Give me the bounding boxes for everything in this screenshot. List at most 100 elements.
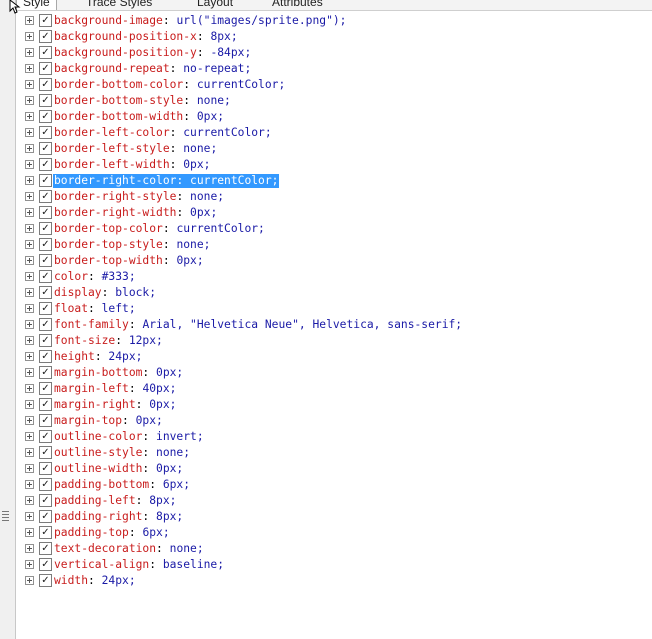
property-declaration[interactable]: background-image: url("images/sprite.png… [53, 14, 347, 28]
property-declaration[interactable]: border-left-style: none; [53, 142, 218, 156]
enable-property-checkbox[interactable]: ✓ [39, 270, 52, 283]
expand-plus-icon[interactable] [25, 208, 34, 217]
expand-plus-icon[interactable] [25, 560, 34, 569]
enable-property-checkbox[interactable]: ✓ [39, 110, 52, 123]
enable-property-checkbox[interactable]: ✓ [39, 462, 52, 475]
enable-property-checkbox[interactable]: ✓ [39, 158, 52, 171]
enable-property-checkbox[interactable]: ✓ [39, 526, 52, 539]
expand-plus-icon[interactable] [25, 512, 34, 521]
property-declaration[interactable]: border-right-width: 0px; [53, 206, 218, 220]
expand-plus-icon[interactable] [25, 48, 34, 57]
property-declaration[interactable]: display: block; [53, 286, 157, 300]
expand-plus-icon[interactable] [25, 112, 34, 121]
tab-trace-styles[interactable]: Trace Styles [80, 0, 158, 10]
expand-plus-icon[interactable] [25, 416, 34, 425]
expand-plus-icon[interactable] [25, 176, 34, 185]
expand-plus-icon[interactable] [25, 368, 34, 377]
enable-property-checkbox[interactable]: ✓ [39, 334, 52, 347]
enable-property-checkbox[interactable]: ✓ [39, 94, 52, 107]
enable-property-checkbox[interactable]: ✓ [39, 478, 52, 491]
expand-plus-icon[interactable] [25, 192, 34, 201]
enable-property-checkbox[interactable]: ✓ [39, 46, 52, 59]
enable-property-checkbox[interactable]: ✓ [39, 494, 52, 507]
expand-plus-icon[interactable] [25, 80, 34, 89]
property-declaration[interactable]: outline-width: 0px; [53, 462, 184, 476]
expand-plus-icon[interactable] [25, 384, 34, 393]
enable-property-checkbox[interactable]: ✓ [39, 542, 52, 555]
expand-plus-icon[interactable] [25, 352, 34, 361]
expand-plus-icon[interactable] [25, 448, 34, 457]
property-declaration[interactable]: outline-color: invert; [53, 430, 205, 444]
property-declaration[interactable]: border-bottom-style: none; [53, 94, 232, 108]
tab-attributes[interactable]: Attributes [266, 0, 329, 10]
property-declaration[interactable]: margin-right: 0px; [53, 398, 177, 412]
property-declaration[interactable]: border-left-color: currentColor; [53, 126, 273, 140]
enable-property-checkbox[interactable]: ✓ [39, 238, 52, 251]
property-declaration[interactable]: border-top-width: 0px; [53, 254, 205, 268]
enable-property-checkbox[interactable]: ✓ [39, 382, 52, 395]
expand-plus-icon[interactable] [25, 432, 34, 441]
property-declaration[interactable]: background-position-y: -84px; [53, 46, 252, 60]
expand-plus-icon[interactable] [25, 144, 34, 153]
enable-property-checkbox[interactable]: ✓ [39, 398, 52, 411]
expand-plus-icon[interactable] [25, 480, 34, 489]
expand-plus-icon[interactable] [25, 64, 34, 73]
enable-property-checkbox[interactable]: ✓ [39, 350, 52, 363]
property-declaration[interactable]: outline-style: none; [53, 446, 191, 460]
property-declaration[interactable]: border-right-color: currentColor; [53, 174, 280, 188]
expand-plus-icon[interactable] [25, 256, 34, 265]
enable-property-checkbox[interactable]: ✓ [39, 190, 52, 203]
expand-plus-icon[interactable] [25, 464, 34, 473]
enable-property-checkbox[interactable]: ✓ [39, 62, 52, 75]
enable-property-checkbox[interactable]: ✓ [39, 574, 52, 587]
property-declaration[interactable]: border-right-style: none; [53, 190, 225, 204]
property-declaration[interactable]: height: 24px; [53, 350, 143, 364]
expand-plus-icon[interactable] [25, 224, 34, 233]
expand-plus-icon[interactable] [25, 288, 34, 297]
enable-property-checkbox[interactable]: ✓ [39, 318, 52, 331]
property-declaration[interactable]: text-decoration: none; [53, 542, 205, 556]
property-declaration[interactable]: padding-top: 6px; [53, 526, 171, 540]
expand-plus-icon[interactable] [25, 96, 34, 105]
expand-plus-icon[interactable] [25, 160, 34, 169]
property-declaration[interactable]: width: 24px; [53, 574, 137, 588]
property-declaration[interactable]: padding-right: 8px; [53, 510, 184, 524]
property-declaration[interactable]: border-top-color: currentColor; [53, 222, 266, 236]
property-declaration[interactable]: vertical-align: baseline; [53, 558, 225, 572]
enable-property-checkbox[interactable]: ✓ [39, 510, 52, 523]
enable-property-checkbox[interactable]: ✓ [39, 286, 52, 299]
splitter-grip[interactable] [2, 511, 9, 521]
enable-property-checkbox[interactable]: ✓ [39, 254, 52, 267]
property-declaration[interactable]: border-top-style: none; [53, 238, 211, 252]
expand-plus-icon[interactable] [25, 272, 34, 281]
tab-layout[interactable]: Layout [191, 0, 239, 10]
expand-plus-icon[interactable] [25, 528, 34, 537]
expand-plus-icon[interactable] [25, 400, 34, 409]
expand-plus-icon[interactable] [25, 576, 34, 585]
expand-plus-icon[interactable] [25, 304, 34, 313]
property-declaration[interactable]: border-bottom-width: 0px; [53, 110, 225, 124]
expand-plus-icon[interactable] [25, 496, 34, 505]
property-declaration[interactable]: float: left; [53, 302, 137, 316]
expand-plus-icon[interactable] [25, 32, 34, 41]
expand-plus-icon[interactable] [25, 320, 34, 329]
enable-property-checkbox[interactable]: ✓ [39, 14, 52, 27]
property-declaration[interactable]: border-left-width: 0px; [53, 158, 211, 172]
property-declaration[interactable]: margin-left: 40px; [53, 382, 177, 396]
enable-property-checkbox[interactable]: ✓ [39, 222, 52, 235]
expand-plus-icon[interactable] [25, 240, 34, 249]
enable-property-checkbox[interactable]: ✓ [39, 446, 52, 459]
enable-property-checkbox[interactable]: ✓ [39, 174, 52, 187]
enable-property-checkbox[interactable]: ✓ [39, 30, 52, 43]
property-declaration[interactable]: font-family: Arial, "Helvetica Neue", He… [53, 318, 463, 332]
enable-property-checkbox[interactable]: ✓ [39, 414, 52, 427]
property-declaration[interactable]: border-bottom-color: currentColor; [53, 78, 286, 92]
expand-plus-icon[interactable] [25, 544, 34, 553]
property-declaration[interactable]: padding-bottom: 6px; [53, 478, 191, 492]
expand-plus-icon[interactable] [25, 16, 34, 25]
enable-property-checkbox[interactable]: ✓ [39, 558, 52, 571]
enable-property-checkbox[interactable]: ✓ [39, 430, 52, 443]
enable-property-checkbox[interactable]: ✓ [39, 366, 52, 379]
property-declaration[interactable]: color: #333; [53, 270, 137, 284]
expand-plus-icon[interactable] [25, 336, 34, 345]
